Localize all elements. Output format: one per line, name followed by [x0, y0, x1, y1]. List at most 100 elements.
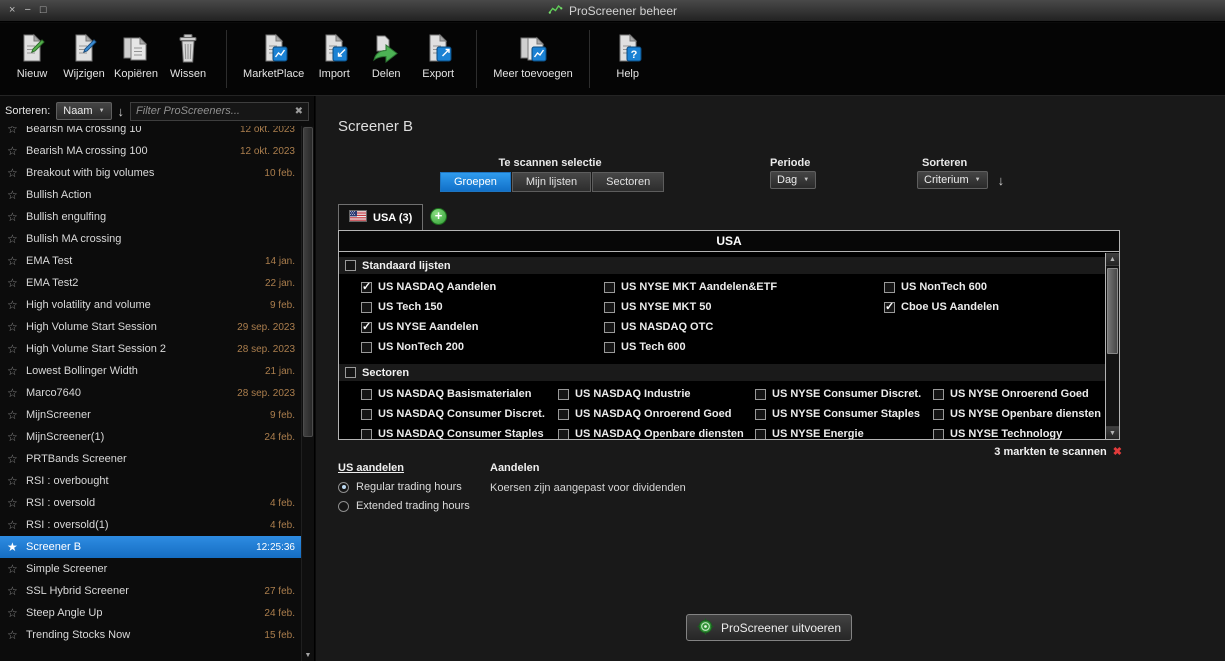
checkbox-item[interactable]: US NASDAQ OTC: [604, 317, 884, 337]
group-checkbox[interactable]: [345, 260, 356, 271]
star-icon[interactable]: ☆: [7, 232, 20, 246]
checkbox-item[interactable]: US NYSE MKT Aandelen&ETF: [604, 277, 884, 297]
star-icon[interactable]: ☆: [7, 562, 20, 576]
checkbox-item[interactable]: US NYSE Consumer Discret.: [755, 384, 933, 404]
screener-list-item[interactable]: ☆ Trending Stocks Now 15 feb.: [0, 624, 301, 646]
radio-button[interactable]: [338, 500, 349, 512]
screener-list-item[interactable]: ☆ Marco7640 28 sep. 2023: [0, 382, 301, 404]
edit-button[interactable]: Wijzigen: [58, 28, 110, 81]
star-icon[interactable]: ☆: [7, 628, 20, 642]
checkbox-item[interactable]: US NASDAQ Onroerend Goed: [558, 404, 755, 424]
checkbox[interactable]: [558, 388, 569, 400]
export-button[interactable]: Export: [412, 28, 464, 81]
checkbox[interactable]: [933, 388, 944, 400]
screener-list-item[interactable]: ☆ High Volume Start Session 2 28 sep. 2023: [0, 338, 301, 360]
checkbox-item[interactable]: US NASDAQ Industrie: [558, 384, 755, 404]
checkbox[interactable]: [604, 321, 615, 333]
checkbox-item[interactable]: Cboe US Aandelen: [884, 297, 999, 317]
criteria-direction-icon[interactable]: ↓: [998, 173, 1005, 188]
screener-list-item[interactable]: ★ Screener B 12:25:36: [0, 536, 301, 558]
checkbox-item[interactable]: US NonTech 600: [884, 277, 999, 297]
star-icon[interactable]: ☆: [7, 126, 20, 136]
checkbox-item[interactable]: US NYSE Energie: [755, 424, 933, 439]
checkbox-item[interactable]: US NYSE Openbare diensten: [933, 404, 1101, 424]
checkbox[interactable]: [755, 428, 766, 439]
checkbox-item[interactable]: US NASDAQ Consumer Discret.: [361, 404, 558, 424]
checkbox[interactable]: [361, 341, 372, 353]
periode-select[interactable]: Dag: [770, 171, 817, 189]
star-icon[interactable]: ☆: [7, 496, 20, 510]
panel-scrollbar[interactable]: ▲ ▼: [1105, 253, 1119, 439]
tab-groepen[interactable]: Groepen: [440, 172, 511, 192]
screener-list-item[interactable]: ☆ RSI : overbought: [0, 470, 301, 492]
screener-list-item[interactable]: ☆ Lowest Bollinger Width 21 jan.: [0, 360, 301, 382]
new-button[interactable]: Nieuw: [6, 28, 58, 81]
star-icon[interactable]: ☆: [7, 364, 20, 378]
checkbox[interactable]: [361, 280, 372, 293]
star-icon[interactable]: ☆: [7, 210, 20, 224]
market-tab-usa[interactable]: USA (3): [338, 204, 424, 230]
checkbox[interactable]: [933, 408, 944, 420]
add-market-button[interactable]: +: [430, 208, 447, 225]
sorteren-select[interactable]: Criterium: [917, 171, 988, 189]
star-icon[interactable]: ☆: [7, 298, 20, 312]
screener-list-item[interactable]: ☆ PRTBands Screener: [0, 448, 301, 470]
copy-button[interactable]: Kopiëren: [110, 28, 162, 81]
checkbox-item[interactable]: US NYSE Onroerend Goed: [933, 384, 1101, 404]
checkbox[interactable]: [604, 301, 615, 313]
filter-input[interactable]: [136, 105, 291, 117]
checkbox[interactable]: [361, 301, 372, 313]
checkbox[interactable]: [884, 300, 895, 313]
star-icon[interactable]: ☆: [7, 144, 20, 158]
checkbox-item[interactable]: US NYSE MKT 50: [604, 297, 884, 317]
checkbox[interactable]: [604, 281, 615, 293]
star-icon[interactable]: ☆: [7, 342, 20, 356]
star-icon[interactable]: ☆: [7, 276, 20, 290]
star-icon[interactable]: ☆: [7, 166, 20, 180]
tab-sectoren[interactable]: Sectoren: [592, 172, 665, 192]
checkbox[interactable]: [933, 428, 944, 439]
clear-filter-icon[interactable]: ✖: [295, 106, 303, 117]
screener-list-item[interactable]: ☆ Bullish Action: [0, 184, 301, 206]
tab-mijn-lijsten[interactable]: Mijn lijsten: [511, 172, 592, 192]
remove-markets-icon[interactable]: ✖: [1113, 445, 1122, 458]
screener-list-item[interactable]: ☆ Simple Screener: [0, 558, 301, 580]
run-proscreener-button[interactable]: ProScreener uitvoeren: [686, 614, 852, 641]
checkbox[interactable]: [558, 408, 569, 420]
screener-list-item[interactable]: ☆ Bullish engulfing: [0, 206, 301, 228]
screener-list-item[interactable]: ☆ SSL Hybrid Screener 27 feb.: [0, 580, 301, 602]
checkbox[interactable]: [755, 408, 766, 420]
checkbox-item[interactable]: US NonTech 200: [361, 337, 604, 357]
scroll-down-icon[interactable]: ▼: [302, 652, 314, 659]
close-icon[interactable]: ×: [9, 5, 15, 16]
checkbox[interactable]: [361, 408, 372, 420]
checkbox-item[interactable]: US Tech 150: [361, 297, 604, 317]
checkbox[interactable]: [755, 388, 766, 400]
checkbox[interactable]: [361, 388, 372, 400]
help-button[interactable]: ? Help: [602, 28, 654, 81]
star-icon[interactable]: ☆: [7, 430, 20, 444]
checkbox[interactable]: [884, 281, 895, 293]
marketplace-button[interactable]: MarketPlace: [239, 28, 308, 81]
screener-list-item[interactable]: ☆ Steep Angle Up 24 feb.: [0, 602, 301, 624]
screener-list-item[interactable]: ☆ Bearish MA crossing 100 12 okt. 2023: [0, 140, 301, 162]
checkbox[interactable]: [361, 428, 372, 439]
screener-list-item[interactable]: ☆ Breakout with big volumes 10 feb.: [0, 162, 301, 184]
screener-list-item[interactable]: ☆ EMA Test 14 jan.: [0, 250, 301, 272]
scroll-up-icon[interactable]: ▲: [1106, 253, 1119, 266]
star-icon[interactable]: ☆: [7, 254, 20, 268]
checkbox-item[interactable]: US NYSE Technology: [933, 424, 1101, 439]
delete-button[interactable]: Wissen: [162, 28, 214, 81]
maximize-icon[interactable]: □: [40, 5, 47, 16]
screener-list-item[interactable]: ☆ High Volume Start Session 29 sep. 2023: [0, 316, 301, 338]
star-icon[interactable]: ☆: [7, 386, 20, 400]
radio-option[interactable]: Regular trading hours: [338, 481, 470, 493]
scrollbar-thumb[interactable]: [303, 127, 313, 438]
share-button[interactable]: Delen: [360, 28, 412, 81]
star-icon[interactable]: ☆: [7, 474, 20, 488]
group-checkbox[interactable]: [345, 367, 356, 378]
star-icon[interactable]: ☆: [7, 518, 20, 532]
screener-list-item[interactable]: ☆ RSI : oversold(1) 4 feb.: [0, 514, 301, 536]
sidebar-scrollbar[interactable]: ▼: [301, 126, 314, 661]
checkbox-item[interactable]: US Tech 600: [604, 337, 884, 357]
